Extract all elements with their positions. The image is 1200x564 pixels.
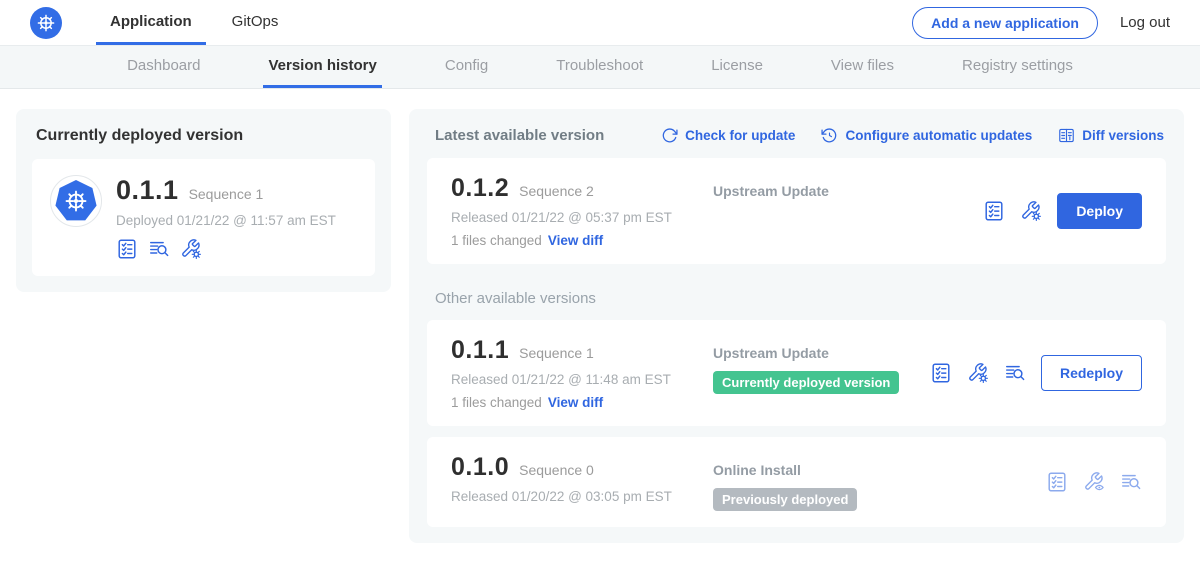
preflight-checks-icon[interactable]	[930, 362, 952, 384]
top-nav: Application GitOps Add a new application…	[0, 0, 1200, 46]
subnav-config[interactable]: Config	[440, 46, 493, 88]
view-config-icon[interactable]	[1083, 471, 1105, 493]
files-changed-label: 1 files changed	[451, 395, 542, 410]
preflight-checks-icon[interactable]	[1046, 471, 1068, 493]
files-changed-label: 1 files changed	[451, 233, 542, 248]
app-logo	[50, 175, 102, 227]
tab-application-label: Application	[110, 13, 192, 30]
version-source-label: Upstream Update	[713, 345, 930, 361]
app-tabs: Application GitOps	[96, 0, 304, 45]
check-for-update-label: Check for update	[685, 128, 795, 143]
deployed-version-number: 0.1.1	[116, 175, 179, 206]
app-subnav: Dashboard Version history Config Trouble…	[0, 46, 1200, 89]
tab-gitops-label: GitOps	[232, 13, 279, 30]
version-number: 0.1.0	[451, 453, 509, 482]
diff-icon	[1058, 127, 1075, 144]
sequence-label: Sequence 1	[519, 345, 594, 361]
subnav-license[interactable]: License	[706, 46, 768, 88]
version-row-0-1-1: 0.1.1 Sequence 1 Released 01/21/22 @ 11:…	[427, 320, 1166, 426]
configure-automatic-updates-link[interactable]: Configure automatic updates	[821, 127, 1032, 144]
preflight-checks-icon[interactable]	[983, 200, 1005, 222]
deploy-logs-icon[interactable]	[1004, 362, 1026, 384]
previously-deployed-badge: Previously deployed	[713, 488, 857, 511]
subnav-view-files[interactable]: View files	[826, 46, 899, 88]
kubernetes-heptagon-icon	[55, 180, 97, 222]
deploy-button[interactable]: Deploy	[1057, 193, 1142, 229]
version-source-label: Online Install	[713, 462, 1046, 478]
version-number: 0.1.1	[451, 336, 509, 365]
deploy-logs-icon[interactable]	[1120, 471, 1142, 493]
version-source-label: Upstream Update	[713, 183, 983, 199]
version-history-panel: Latest available version Check for updat…	[409, 109, 1184, 543]
version-row-0-1-2: 0.1.2 Sequence 2 Released 01/21/22 @ 05:…	[427, 158, 1166, 264]
edit-config-icon[interactable]	[1020, 200, 1042, 222]
deployed-sequence-label: Sequence 1	[189, 186, 264, 202]
tab-application[interactable]: Application	[96, 0, 206, 45]
sequence-label: Sequence 0	[519, 462, 594, 478]
view-diff-link[interactable]: View diff	[548, 233, 603, 248]
latest-version-header: Latest available version	[435, 127, 604, 144]
version-row-0-1-0: 0.1.0 Sequence 0 Released 01/20/22 @ 03:…	[427, 437, 1166, 527]
diff-versions-link[interactable]: Diff versions	[1058, 127, 1164, 144]
deployed-panel-title: Currently deployed version	[36, 127, 375, 145]
view-diff-link[interactable]: View diff	[548, 395, 603, 410]
configure-updates-label: Configure automatic updates	[845, 128, 1032, 143]
refresh-icon	[661, 127, 678, 144]
redeploy-button[interactable]: Redeploy	[1041, 355, 1142, 391]
deployed-date: Deployed 01/21/22 @ 11:57 am EST	[116, 213, 336, 228]
diff-versions-label: Diff versions	[1082, 128, 1164, 143]
deployed-version-card: 0.1.1 Sequence 1 Deployed 01/21/22 @ 11:…	[32, 159, 375, 276]
version-number: 0.1.2	[451, 174, 509, 203]
tab-gitops[interactable]: GitOps	[218, 0, 293, 45]
edit-config-icon[interactable]	[967, 362, 989, 384]
preflight-checks-icon[interactable]	[116, 238, 138, 260]
add-application-button[interactable]: Add a new application	[912, 7, 1098, 39]
kubernetes-logo	[30, 7, 62, 39]
deploy-logs-icon[interactable]	[148, 238, 170, 260]
subnav-version-history[interactable]: Version history	[263, 46, 381, 88]
released-date: Released 01/21/22 @ 11:48 am EST	[451, 372, 713, 387]
check-for-update-link[interactable]: Check for update	[661, 127, 795, 144]
released-date: Released 01/21/22 @ 05:37 pm EST	[451, 210, 713, 225]
auto-update-icon	[821, 127, 838, 144]
released-date: Released 01/20/22 @ 03:05 pm EST	[451, 489, 713, 504]
other-versions-header: Other available versions	[435, 290, 1164, 307]
subnav-registry-settings[interactable]: Registry settings	[957, 46, 1078, 88]
edit-config-icon[interactable]	[180, 238, 202, 260]
subnav-dashboard[interactable]: Dashboard	[122, 46, 205, 88]
currently-deployed-panel: Currently deployed version 0.1.1 Sequenc…	[16, 109, 391, 292]
subnav-troubleshoot[interactable]: Troubleshoot	[551, 46, 648, 88]
logout-button[interactable]: Log out	[1120, 14, 1170, 31]
sequence-label: Sequence 2	[519, 183, 594, 199]
currently-deployed-badge: Currently deployed version	[713, 371, 899, 394]
